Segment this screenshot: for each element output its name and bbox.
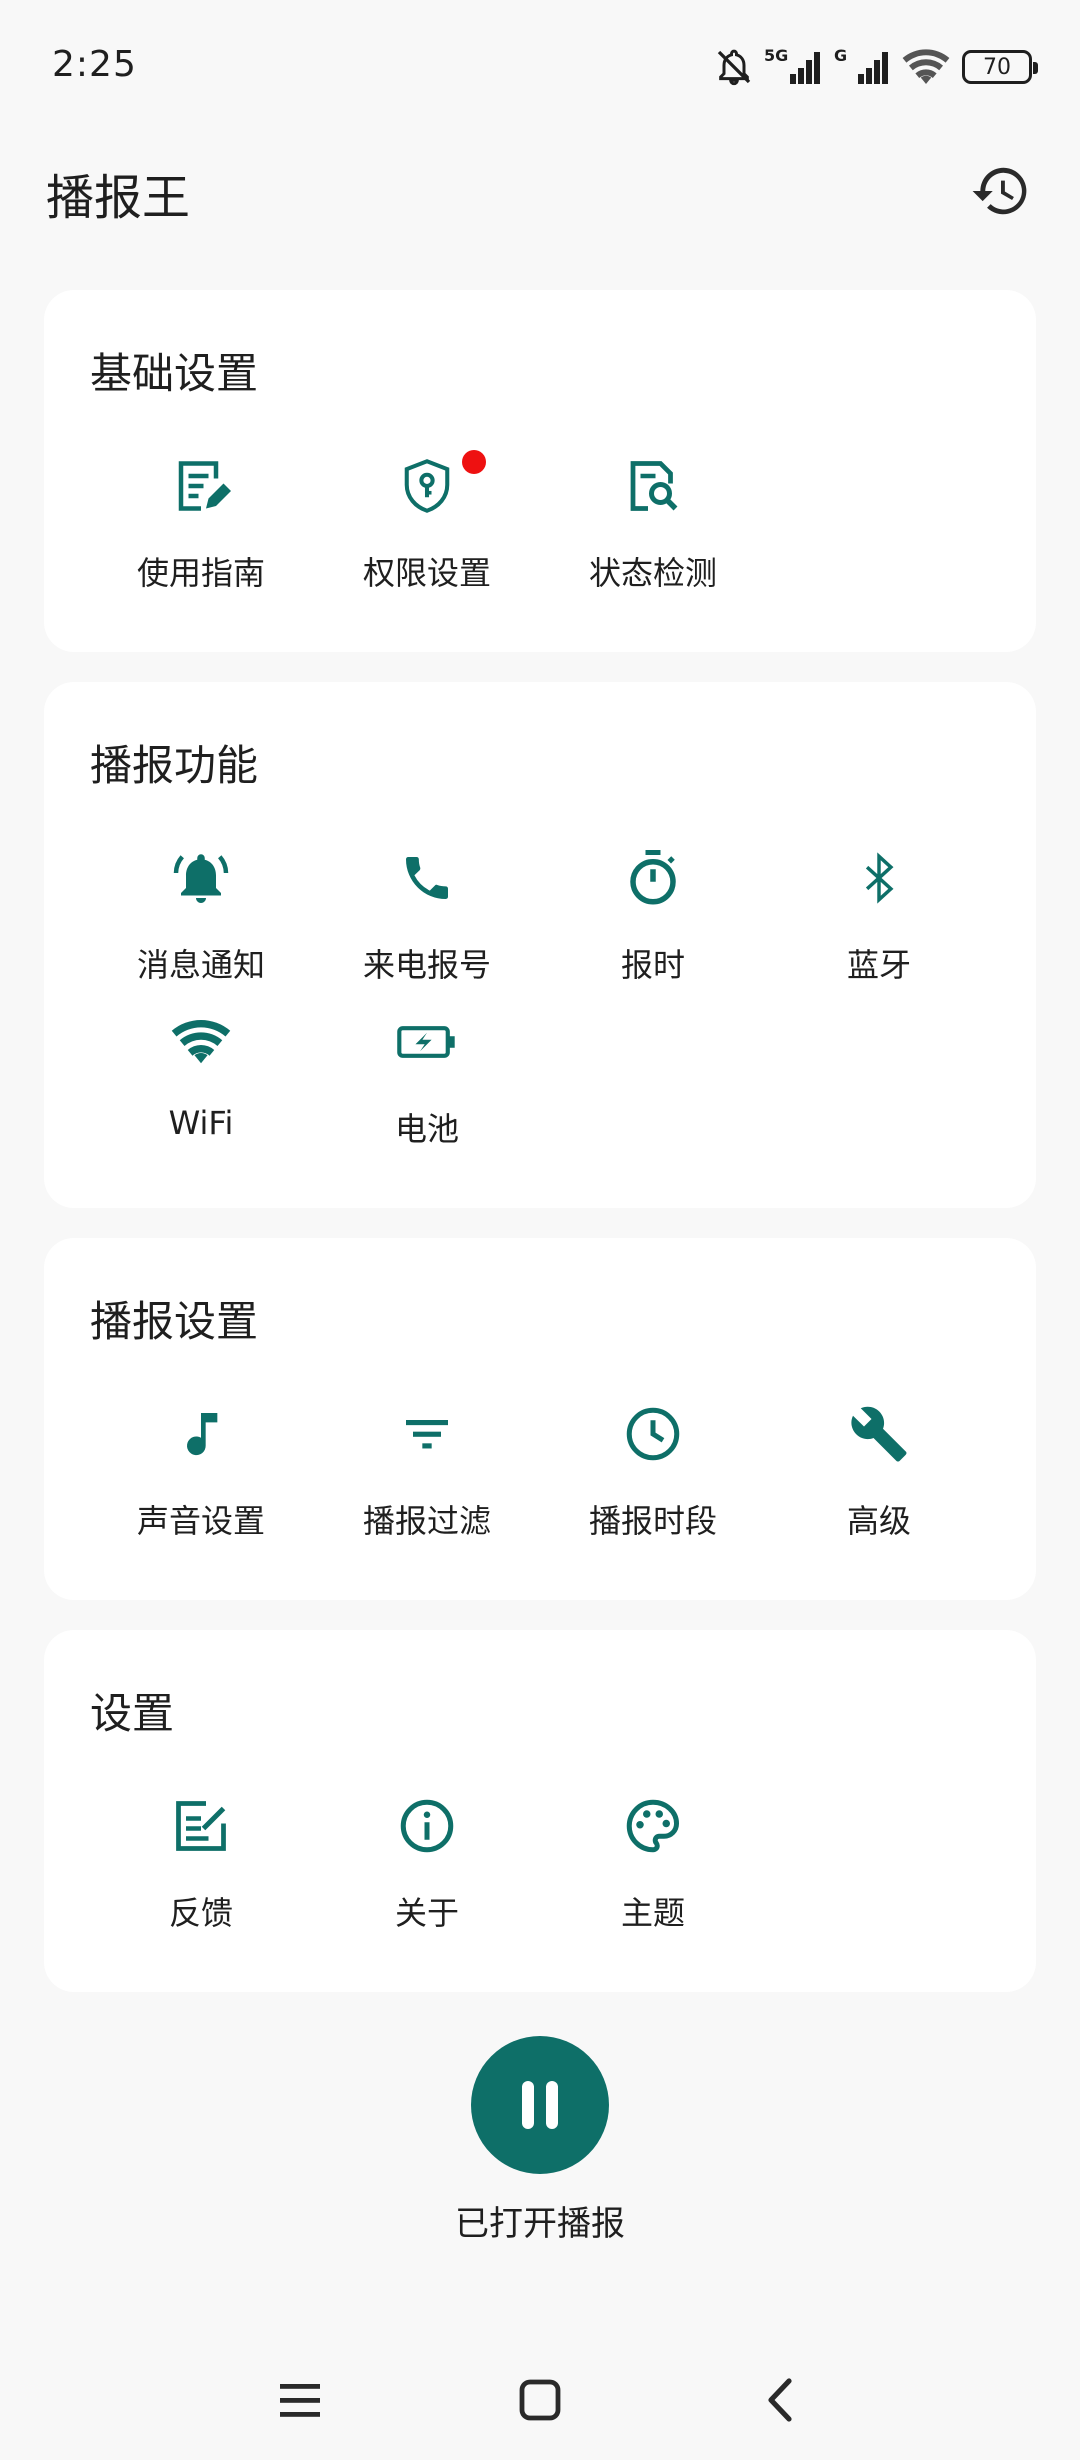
- broadcast-status-label: 已打开播报: [455, 2204, 625, 2244]
- item-time-announce[interactable]: 报时: [540, 848, 766, 988]
- item-status-check[interactable]: 状态检测: [540, 456, 766, 596]
- status-time: 2:25: [52, 44, 137, 85]
- item-label: 关于: [394, 1894, 459, 1932]
- battery-indicator: 70: [962, 50, 1038, 84]
- palette-icon: [623, 1796, 683, 1856]
- card-broadcast-settings: 播报设置 声音设置 播报过滤 播报时段 高级: [44, 1238, 1036, 1600]
- notification-badge: [462, 450, 486, 474]
- navigation-bar: [0, 2350, 1080, 2460]
- item-permission-settings[interactable]: 权限设置: [314, 450, 540, 596]
- item-feedback[interactable]: 反馈: [88, 1796, 314, 1936]
- bluetooth-icon: [849, 848, 909, 908]
- filter-icon: [397, 1404, 457, 1464]
- network-type-2: G: [834, 46, 848, 65]
- clock-icon: [623, 1404, 683, 1464]
- item-bluetooth[interactable]: 蓝牙: [766, 848, 992, 988]
- music-note-icon: [171, 1404, 231, 1464]
- card-basic-settings: 基础设置 使用指南 权限设置 状态检测: [44, 290, 1036, 652]
- item-label: 声音设置: [136, 1502, 265, 1540]
- network-type-1: 5G: [764, 46, 789, 65]
- shield-key-icon: [397, 456, 457, 516]
- item-label: 电池: [394, 1110, 459, 1148]
- history-icon: [972, 167, 1027, 215]
- item-label: 播报过滤: [362, 1502, 491, 1540]
- app-screen: 2:25 5G G 70 播报王 基础设置 使用指南 权限设置 状态检测 播报功…: [0, 0, 1080, 2460]
- history-button[interactable]: [968, 158, 1034, 224]
- edit-note-icon: [171, 1796, 231, 1856]
- item-wifi[interactable]: WiFi: [88, 1012, 314, 1152]
- item-label: 状态检测: [588, 554, 717, 592]
- bell-ring-icon: [171, 848, 231, 908]
- item-usage-guide[interactable]: 使用指南: [88, 456, 314, 596]
- back-icon: [768, 2378, 792, 2422]
- item-sound-settings[interactable]: 声音设置: [88, 1404, 314, 1544]
- item-broadcast-period[interactable]: 播报时段: [540, 1404, 766, 1544]
- section-title: 播报功能: [90, 741, 259, 790]
- section-title: 设置: [90, 1689, 175, 1738]
- signal-g-icon: G: [834, 46, 890, 84]
- menu-icon: [280, 2384, 320, 2417]
- item-advanced[interactable]: 高级: [766, 1404, 992, 1544]
- nav-back-button[interactable]: [740, 2370, 820, 2430]
- wifi-icon: [171, 1012, 231, 1072]
- section-title: 播报设置: [90, 1297, 259, 1346]
- wifi-status-icon: [902, 47, 950, 87]
- wrench-icon: [849, 1404, 909, 1464]
- info-icon: [397, 1796, 457, 1856]
- timer-icon: [623, 848, 683, 908]
- item-label: 消息通知: [136, 946, 265, 984]
- card-settings: 设置 反馈 关于 主题: [44, 1630, 1036, 1992]
- item-about[interactable]: 关于: [314, 1796, 540, 1936]
- phone-icon: [397, 848, 457, 908]
- home-icon: [519, 2379, 561, 2421]
- item-caller-announce[interactable]: 来电报号: [314, 848, 540, 988]
- status-icons: 5G G 70: [714, 42, 1038, 92]
- mute-bell-icon: [714, 47, 754, 87]
- signal-5g-icon: 5G: [764, 46, 822, 84]
- item-label: 使用指南: [136, 554, 265, 592]
- item-label: 蓝牙: [846, 946, 911, 984]
- card-broadcast-functions: 播报功能 消息通知 来电报号 报时 蓝牙 WiFi 电池: [44, 682, 1036, 1208]
- section-title: 基础设置: [90, 349, 259, 398]
- battery-level: 70: [983, 54, 1011, 80]
- item-label: 高级: [846, 1502, 911, 1540]
- item-label: 播报时段: [588, 1502, 717, 1540]
- item-broadcast-filter[interactable]: 播报过滤: [314, 1404, 540, 1544]
- pause-icon: [522, 2081, 558, 2129]
- app-title: 播报王: [46, 170, 191, 226]
- item-message-notification[interactable]: 消息通知: [88, 848, 314, 988]
- item-label: 报时: [620, 946, 685, 984]
- nav-menu-button[interactable]: [260, 2370, 340, 2430]
- item-label: 来电报号: [362, 946, 491, 984]
- item-label: 权限设置: [362, 554, 491, 592]
- item-label: 主题: [620, 1894, 685, 1932]
- guide-icon: [171, 456, 231, 516]
- status-bar: 2:25 5G G 70: [0, 0, 1080, 140]
- battery-charging-icon: [397, 1012, 457, 1072]
- item-battery[interactable]: 电池: [314, 1012, 540, 1152]
- nav-home-button[interactable]: [500, 2370, 580, 2430]
- item-label: WiFi: [168, 1104, 234, 1142]
- item-label: 反馈: [168, 1894, 233, 1932]
- broadcast-toggle-button[interactable]: [471, 2036, 609, 2174]
- item-theme[interactable]: 主题: [540, 1796, 766, 1936]
- document-search-icon: [623, 456, 683, 516]
